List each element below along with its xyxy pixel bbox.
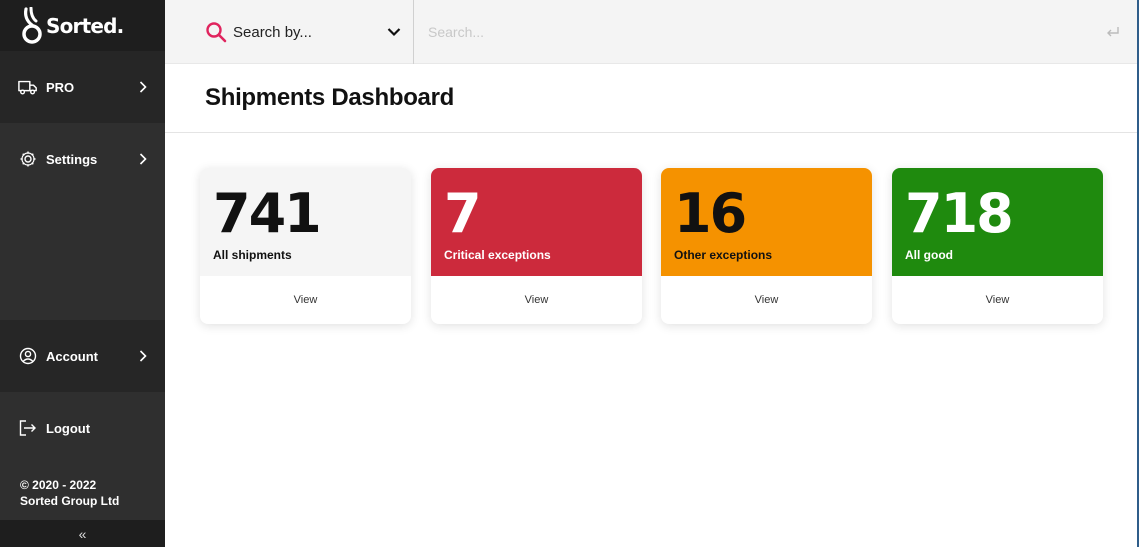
sidebar-item-account[interactable]: Account — [0, 320, 165, 392]
card-summary: 718 All good — [892, 168, 1103, 276]
chevron-right-icon — [139, 80, 149, 94]
view-link[interactable]: View — [661, 276, 872, 324]
card-label: Critical exceptions — [444, 248, 551, 262]
sidebar-spacer — [0, 195, 165, 320]
card-count: 741 — [213, 182, 322, 245]
card-count: 718 — [905, 182, 1014, 245]
search-icon — [206, 22, 227, 43]
sorted-logo-icon — [22, 6, 42, 44]
enter-icon[interactable] — [1105, 24, 1121, 40]
card-all-shipments[interactable]: 741 All shipments View — [200, 168, 411, 324]
gear-icon — [18, 149, 38, 169]
copyright-years: © 2020 - 2022 — [20, 478, 97, 492]
card-all-good[interactable]: 718 All good View — [892, 168, 1103, 324]
search-by-label: Search by... — [233, 23, 312, 41]
card-count: 16 — [674, 182, 747, 245]
chevron-down-icon — [387, 28, 401, 37]
sidebar-item-pro[interactable]: PRO — [0, 51, 165, 123]
sidebar-item-label: PRO — [46, 79, 75, 95]
search-input[interactable] — [415, 0, 1105, 64]
card-critical-exceptions[interactable]: 7 Critical exceptions View — [431, 168, 642, 324]
card-label: All shipments — [213, 248, 292, 262]
chevron-right-icon — [139, 152, 149, 166]
collapse-sidebar-button[interactable]: « — [0, 520, 165, 547]
logout-icon — [18, 418, 38, 438]
user-circle-icon — [18, 346, 38, 366]
brand-name: Sorted. — [46, 13, 124, 38]
double-chevron-left-icon: « — [78, 525, 87, 542]
logo[interactable]: Sorted. — [0, 0, 165, 51]
view-link[interactable]: View — [431, 276, 642, 324]
view-link[interactable]: View — [200, 276, 411, 324]
truck-icon — [18, 77, 38, 97]
sidebar-item-label: Logout — [46, 420, 91, 436]
card-summary: 7 Critical exceptions — [431, 168, 642, 276]
sidebar-item-label: Settings — [46, 151, 98, 167]
sidebar-item-label: Account — [46, 348, 98, 364]
card-count: 7 — [444, 182, 482, 245]
card-summary: 741 All shipments — [200, 168, 411, 276]
copyright-company: Sorted Group Ltd — [20, 494, 120, 508]
copyright: © 2020 - 2022 Sorted Group Ltd — [20, 477, 119, 509]
card-label: Other exceptions — [674, 248, 773, 262]
top-search-bar: Search by... — [165, 0, 1139, 64]
page-title: Shipments Dashboard — [205, 84, 455, 111]
sidebar-item-settings[interactable]: Settings — [0, 123, 165, 195]
card-summary: 16 Other exceptions — [661, 168, 872, 276]
sidebar: Sorted. PRO Settings Account Logout © 20… — [0, 0, 165, 547]
search-by-dropdown[interactable]: Search by... — [165, 0, 414, 64]
sidebar-item-logout[interactable]: Logout — [0, 392, 165, 464]
chevron-right-icon — [139, 349, 149, 363]
card-other-exceptions[interactable]: 16 Other exceptions View — [661, 168, 872, 324]
page-header: Shipments Dashboard — [165, 64, 1139, 133]
view-link[interactable]: View — [892, 276, 1103, 324]
card-label: All good — [905, 248, 953, 262]
